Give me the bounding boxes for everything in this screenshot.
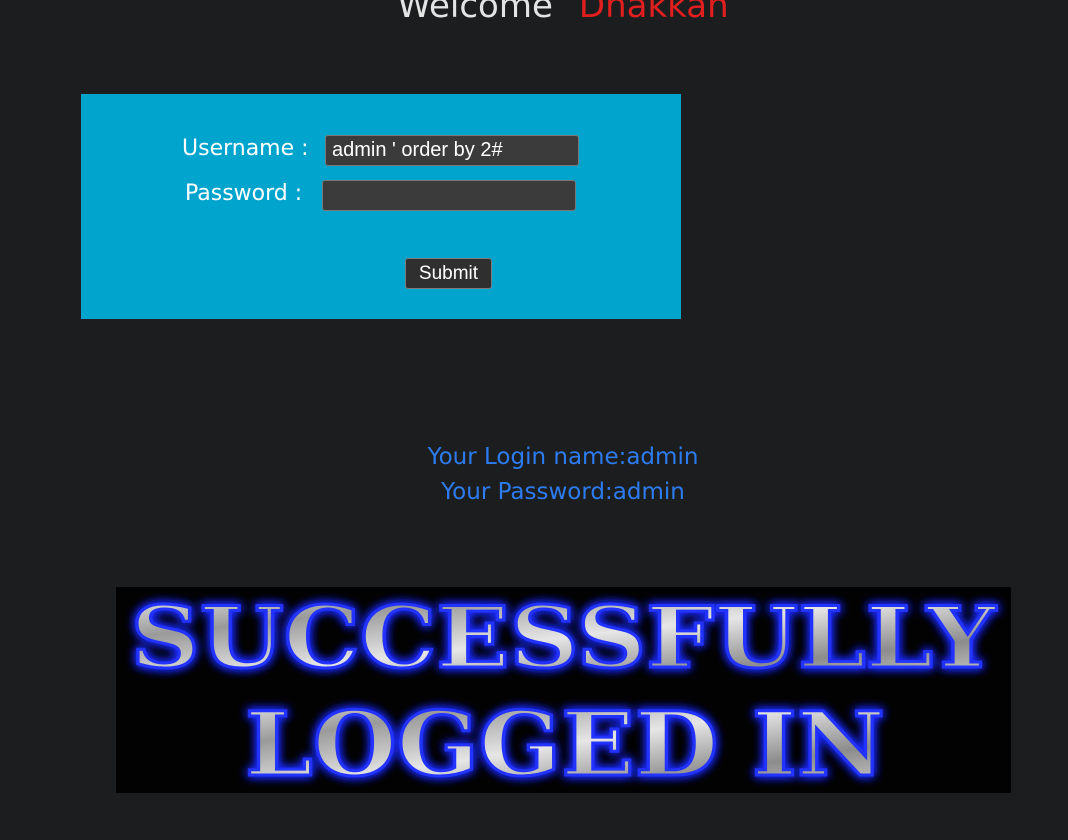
banner-line2: LOGGED IN — [245, 692, 885, 793]
welcome-heading: Welcome Dhakkan — [0, 0, 1068, 26]
login-name-result: Your Login name:admin — [427, 444, 699, 470]
success-banner-graphic: SUCCESSFULLY LOGGED IN — [129, 587, 998, 793]
submit-button[interactable]: Submit — [405, 258, 492, 289]
success-banner-image: SUCCESSFULLY LOGGED IN — [116, 587, 1011, 793]
username-input[interactable] — [325, 135, 579, 166]
banner-line1: SUCCESSFULLY — [131, 588, 997, 687]
password-label: Password : — [185, 181, 303, 206]
welcome-name: Dhakkan — [578, 0, 729, 26]
password-input[interactable] — [322, 180, 576, 211]
login-panel: Username : Password : Submit — [81, 94, 681, 319]
username-label: Username : — [182, 136, 309, 161]
password-result: Your Password:admin — [441, 479, 685, 505]
welcome-text: Welcome — [397, 0, 553, 26]
